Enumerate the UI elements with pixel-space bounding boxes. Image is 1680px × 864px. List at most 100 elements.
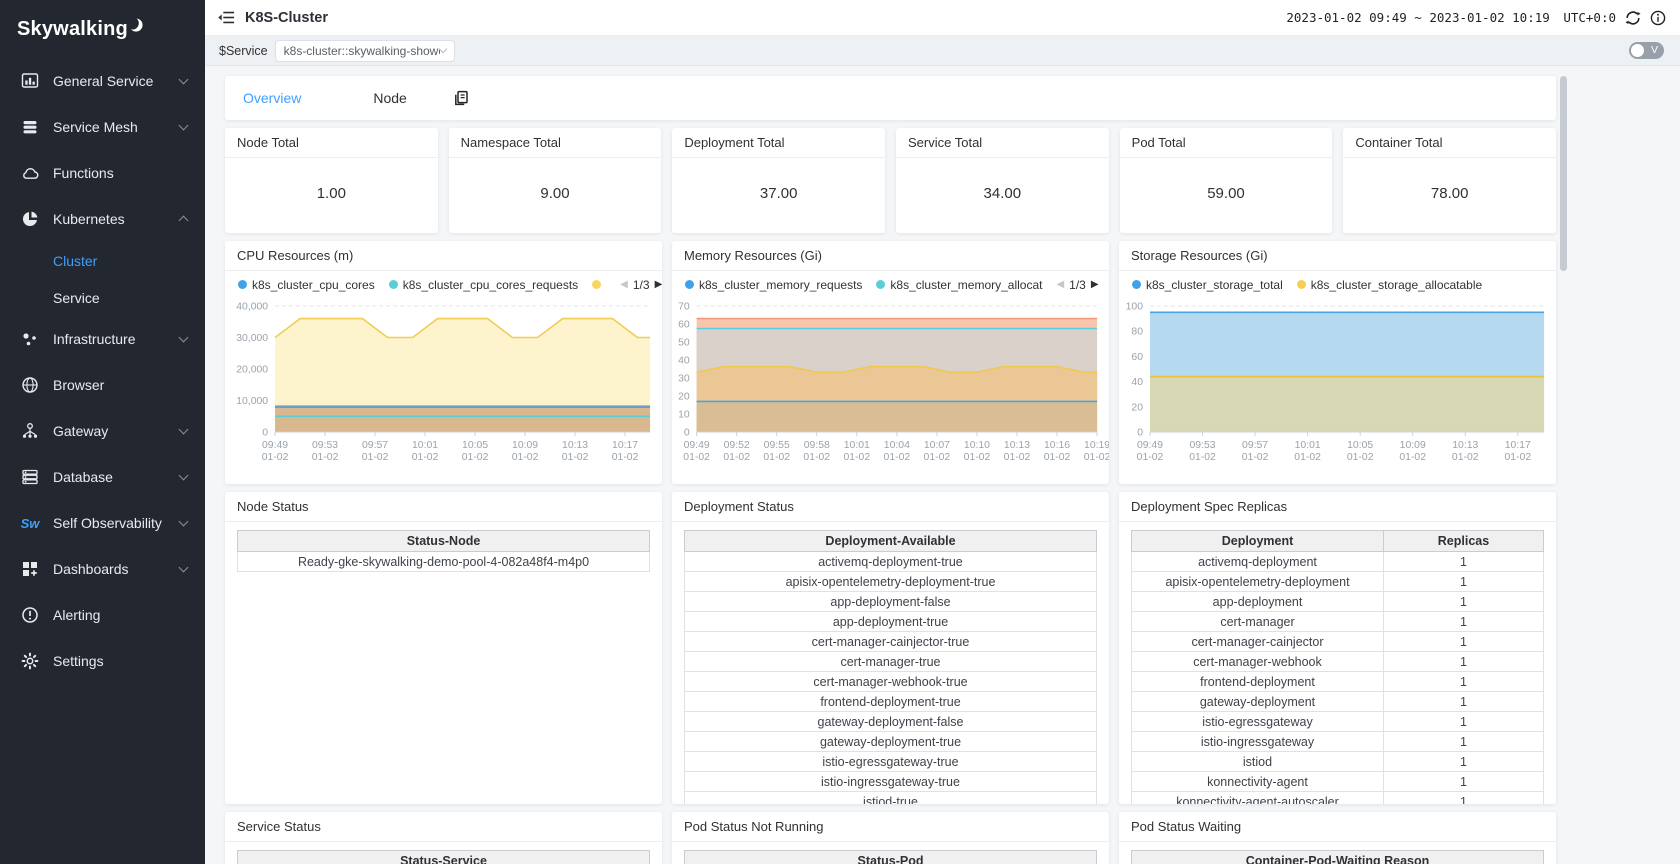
- chart-title: Storage Resources (Gi): [1119, 241, 1556, 271]
- svg-text:100: 100: [1126, 301, 1144, 312]
- sidebar-item-general-service[interactable]: General Service: [0, 58, 205, 104]
- node-status-panel: Node StatusStatus-NodeReady-gke-skywalki…: [225, 492, 662, 804]
- sidebar-item-settings[interactable]: Settings: [0, 638, 205, 684]
- sidebar-item-service[interactable]: Service: [0, 279, 205, 316]
- sidebar-item-alerting[interactable]: Alerting: [0, 592, 205, 638]
- svg-text:01-02: 01-02: [683, 452, 710, 463]
- legend-prev-icon[interactable]: ◀: [1056, 279, 1064, 290]
- sidebar-item-browser[interactable]: Browser: [0, 362, 205, 408]
- metric-card-namespace-total: Namespace Total9.00: [449, 128, 662, 233]
- table-cell: Ready-gke-skywalking-demo-pool-4-082a48f…: [238, 552, 650, 572]
- sidebar-item-functions[interactable]: Functions: [0, 150, 205, 196]
- legend-item-k8s-cluster-memory-allocat[interactable]: k8s_cluster_memory_allocat: [876, 278, 1042, 292]
- legend-dot: [592, 280, 601, 289]
- chart-title: Memory Resources (Gi): [672, 241, 1109, 271]
- svg-text:01-02: 01-02: [924, 452, 951, 463]
- table-row: istio-egressgateway-true: [685, 752, 1097, 772]
- legend-dot: [238, 280, 247, 289]
- sidebar-item-database[interactable]: Database: [0, 454, 205, 500]
- svg-text:10:13: 10:13: [562, 440, 588, 451]
- table-cell: istio-ingressgateway: [1132, 732, 1384, 752]
- legend-page-label: 1/3: [1069, 278, 1086, 292]
- svg-text:40: 40: [1131, 377, 1143, 388]
- sidebar-item-dashboards[interactable]: Dashboards: [0, 546, 205, 592]
- memory-resources-gi-chart[interactable]: 01020304050607009:4901-0209:5201-0209:55…: [672, 298, 1109, 484]
- table-cell: cert-manager-cainjector: [1132, 632, 1384, 652]
- grid-icon: [20, 559, 40, 579]
- layers-icon: [20, 117, 40, 137]
- info-icon[interactable]: [1650, 10, 1666, 26]
- table-row: istio-ingressgateway1: [1132, 732, 1544, 752]
- table-cell: frontend-deployment-true: [685, 692, 1097, 712]
- svg-text:50: 50: [678, 337, 690, 348]
- sidebar-item-gateway[interactable]: Gateway: [0, 408, 205, 454]
- sidebar-item-service-mesh[interactable]: Service Mesh: [0, 104, 205, 150]
- table-cell: apisix-opentelemetry-deployment: [1132, 572, 1384, 592]
- svg-text:10:17: 10:17: [1505, 440, 1531, 451]
- sidebar-item-label: Infrastructure: [53, 331, 180, 347]
- table-header: Deployment-Available: [685, 531, 1097, 552]
- pod-status-waiting-table: Container-Pod-Waiting Reason: [1131, 850, 1544, 864]
- legend-label: k8s_cluster_memory_allocat: [890, 278, 1042, 292]
- table-cell: 1: [1384, 732, 1544, 752]
- table-row: app-deployment-true: [685, 612, 1097, 632]
- svg-text:01-02: 01-02: [612, 452, 639, 463]
- version-toggle[interactable]: V: [1629, 42, 1664, 59]
- table-cell: app-deployment: [1132, 592, 1384, 612]
- table-row: istiod1: [1132, 752, 1544, 772]
- page-header: K8S-Cluster 2023-01-02 09:49 ~ 2023-01-0…: [205, 0, 1680, 36]
- app-logo[interactable]: Skywalking: [0, 0, 205, 58]
- database-icon: [20, 467, 40, 487]
- legend-item-k8s-cluster-storage-allocatable[interactable]: k8s_cluster_storage_allocatable: [1297, 278, 1482, 292]
- legend-item-k8s-cluster-memory-requests[interactable]: k8s_cluster_memory_requests: [685, 278, 862, 292]
- legend-next-icon[interactable]: ▶: [1091, 279, 1099, 290]
- sidebar-item-self-observability[interactable]: SwSelf Observability: [0, 500, 205, 546]
- dashboard-config-icon[interactable]: [453, 90, 469, 106]
- legend-item-k8s-cluster-cpu-cores-requests[interactable]: k8s_cluster_cpu_cores_requests: [389, 278, 578, 292]
- table-row: cert-manager-true: [685, 652, 1097, 672]
- sidebar-item-label: Browser: [53, 377, 187, 393]
- status-tables-row: Node StatusStatus-NodeReady-gke-skywalki…: [225, 492, 1556, 804]
- table-row: konnectivity-agent-autoscaler1: [1132, 792, 1544, 805]
- tab-node[interactable]: Node: [373, 90, 406, 106]
- metric-card-value: 78.00: [1343, 158, 1556, 228]
- svg-text:10:09: 10:09: [1400, 440, 1426, 451]
- legend-item-k8s-cluster-storage-total[interactable]: k8s_cluster_storage_total: [1132, 278, 1283, 292]
- svg-text:70: 70: [678, 301, 690, 312]
- tab-overview[interactable]: Overview: [243, 90, 301, 106]
- metric-card-value: 37.00: [672, 158, 885, 228]
- metric-card-container-total: Container Total78.00: [1343, 128, 1556, 233]
- table-row: istio-egressgateway1: [1132, 712, 1544, 732]
- table-row: activemq-deployment1: [1132, 552, 1544, 572]
- svg-text:10:04: 10:04: [884, 440, 910, 451]
- legend-item-more[interactable]: [592, 280, 606, 289]
- chevron-down-icon: [179, 75, 189, 85]
- collapse-sidebar-icon[interactable]: [213, 5, 239, 31]
- svg-text:09:49: 09:49: [262, 440, 288, 451]
- metric-card-value: 34.00: [896, 158, 1109, 228]
- table-header: Status-Node: [238, 531, 650, 552]
- service-status-panel: Service StatusStatus-Service: [225, 812, 662, 864]
- legend-prev-icon[interactable]: ◀: [620, 279, 628, 290]
- service-select[interactable]: k8s-cluster::skywalking-showca: [275, 40, 455, 62]
- sidebar-item-cluster[interactable]: Cluster: [0, 242, 205, 279]
- legend-label: k8s_cluster_cpu_cores_requests: [403, 278, 578, 292]
- svg-text:10:07: 10:07: [924, 440, 950, 451]
- cpu-resources-m-chart[interactable]: 010,00020,00030,00040,00009:4901-0209:53…: [225, 298, 662, 484]
- storage-resources-gi-chart[interactable]: 02040608010009:4901-0209:5301-0209:5701-…: [1119, 298, 1556, 484]
- legend-item-k8s-cluster-cpu-cores[interactable]: k8s_cluster_cpu_cores: [238, 278, 375, 292]
- table-row: gateway-deployment-true: [685, 732, 1097, 752]
- app-root: Skywalking General ServiceService MeshFu…: [0, 0, 1680, 864]
- svg-text:10:10: 10:10: [964, 440, 990, 451]
- table-cell: gateway-deployment-true: [685, 732, 1097, 752]
- scrollbar-thumb[interactable]: [1560, 76, 1567, 271]
- sidebar-item-infrastructure[interactable]: Infrastructure: [0, 316, 205, 362]
- sidebar-item-kubernetes[interactable]: Kubernetes: [0, 196, 205, 242]
- toggle-label: V: [1651, 44, 1658, 56]
- legend-next-icon[interactable]: ▶: [655, 279, 662, 290]
- svg-text:0: 0: [1137, 427, 1143, 438]
- time-range-picker[interactable]: 2023-01-02 09:49 ~ 2023-01-02 10:19 UTC+…: [1286, 10, 1616, 25]
- refresh-icon[interactable]: [1625, 10, 1641, 26]
- table-cell: app-deployment-false: [685, 592, 1097, 612]
- metric-card-title: Deployment Total: [672, 128, 885, 158]
